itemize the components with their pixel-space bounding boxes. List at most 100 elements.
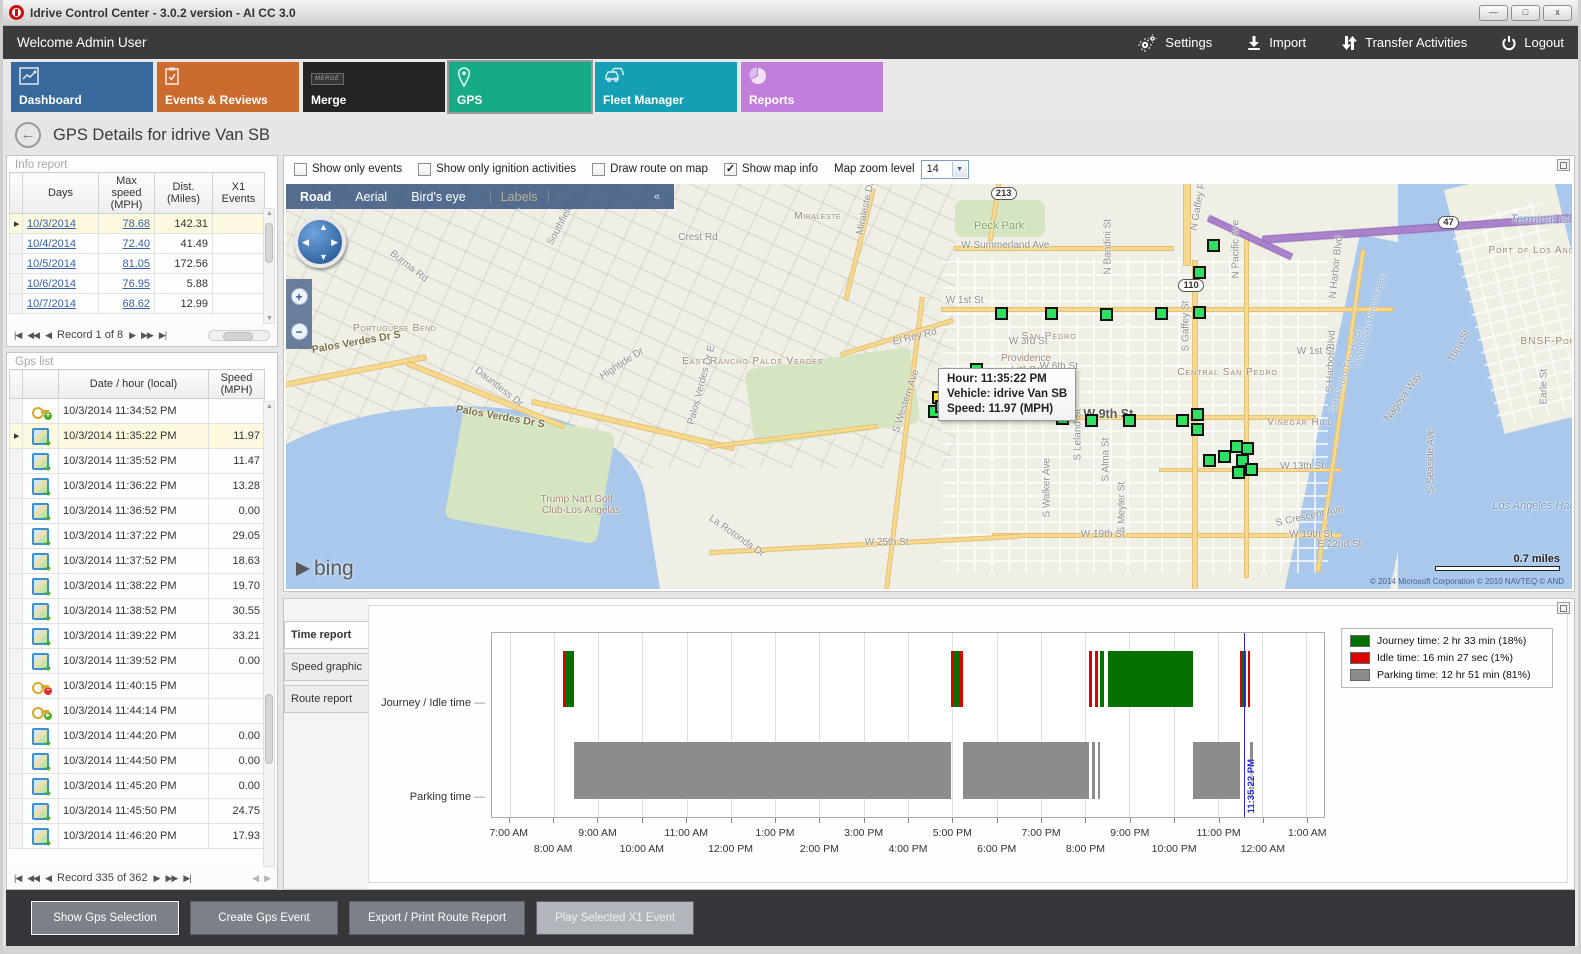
zoom-in-button[interactable]: + [291, 288, 308, 305]
table-row[interactable]: 10/4/201472.4041.49 [10, 234, 265, 254]
prev-page-button[interactable]: ◀ [45, 873, 51, 884]
table-row[interactable]: ▸10/3/2014 11:44:14 PM [10, 699, 265, 724]
nav-tile-fleet-manager[interactable]: Fleet Manager [595, 62, 737, 112]
gps-marker[interactable] [995, 307, 1008, 320]
gps-marker[interactable] [1045, 307, 1058, 320]
gps-marker[interactable] [1193, 266, 1206, 279]
info-hscrollbar[interactable] [208, 330, 270, 341]
map-panel-collapse-button[interactable] [1557, 159, 1570, 171]
maximize-button[interactable]: □ [1511, 5, 1540, 21]
next-fast-button[interactable]: ▶▶ [165, 873, 177, 884]
checkbox-show-map-info[interactable]: ✓Show map info [724, 163, 818, 176]
info-scrollbar[interactable]: ▲▼ [263, 208, 275, 324]
topbar-action-settings[interactable]: Settings [1138, 34, 1212, 52]
prev-fast-button[interactable]: ◀◀ [27, 873, 39, 884]
chart-panel-collapse-button[interactable] [1557, 602, 1570, 614]
export-print-route-report-button[interactable]: Export / Print Route Report [349, 901, 525, 935]
day-link[interactable]: 10/3/2014 [27, 218, 76, 230]
col-days[interactable]: Days [23, 173, 99, 214]
nav-tile-dashboard[interactable]: Dashboard [11, 62, 153, 112]
table-row[interactable]: 10/3/2014 11:46:20 PM17.93 [10, 824, 265, 849]
table-row[interactable]: 10/3/2014 11:38:52 PM30.55 [10, 599, 265, 624]
table-row[interactable]: 10/3/2014 11:35:52 PM11.47 [10, 449, 265, 474]
gps-marker[interactable] [1191, 423, 1204, 436]
table-row[interactable]: 10/3/2014 11:45:50 PM24.75 [10, 799, 265, 824]
nav-tile-events-reviews[interactable]: Events & Reviews [157, 62, 299, 112]
hscroll-right[interactable]: ▶ [264, 873, 270, 884]
table-row[interactable]: 10/3/2014 11:38:22 PM19.70 [10, 574, 265, 599]
table-row[interactable]: ▶10/3/2014 11:35:22 PM11.97 [10, 424, 265, 449]
speed-link[interactable]: 68.62 [122, 298, 150, 310]
topbar-action-import[interactable]: Import [1246, 35, 1306, 51]
table-row[interactable]: 10/3/2014 11:36:22 PM13.28 [10, 474, 265, 499]
col-dist[interactable]: Dist. (Miles) [155, 173, 213, 214]
back-button[interactable]: ← [15, 122, 41, 148]
gps-marker[interactable] [1245, 463, 1258, 476]
last-page-button[interactable]: ▶| [183, 873, 190, 884]
minimize-button[interactable]: — [1479, 5, 1508, 21]
first-page-button[interactable]: |◀ [14, 873, 21, 884]
topbar-action-transfer[interactable]: Transfer Activities [1340, 35, 1467, 51]
nav-tile-gps[interactable]: GPS [449, 62, 591, 112]
table-row[interactable]: 10/3/2014 11:44:20 PM0.00 [10, 724, 265, 749]
table-row[interactable]: 10/5/201481.05172.56 [10, 254, 265, 274]
table-row[interactable]: ▶10/3/201478.68142.31 [10, 214, 265, 234]
map-bar-collapse-icon[interactable]: « [654, 191, 660, 203]
map-zoom-select[interactable]: 14▼ [921, 160, 969, 179]
tab-time-report[interactable]: Time report [284, 621, 368, 649]
table-row[interactable]: 10/3/2014 11:36:52 PM0.00 [10, 499, 265, 524]
topbar-action-logout[interactable]: Logout [1501, 35, 1564, 51]
next-fast-button[interactable]: ▶▶ [141, 330, 153, 341]
map-pan-control[interactable]: ▲▼ ◀▶ [294, 216, 346, 268]
table-row[interactable]: 10/3/2014 11:37:22 PM29.05 [10, 524, 265, 549]
gps-marker[interactable] [1203, 454, 1216, 467]
nav-tile-merge[interactable]: MERGEMerge [303, 62, 445, 112]
next-page-button[interactable]: ▶ [154, 873, 160, 884]
gps-marker[interactable] [1191, 408, 1204, 421]
table-row[interactable]: 10/3/2014 11:39:22 PM33.21 [10, 624, 265, 649]
last-page-button[interactable]: ▶| [159, 330, 166, 341]
tab-speed-graphic[interactable]: Speed graphic [284, 653, 368, 681]
show-gps-selection-button[interactable]: Show Gps Selection [31, 901, 179, 935]
close-button[interactable]: x [1543, 5, 1572, 21]
map-style-aerial[interactable]: Aerial [355, 190, 387, 204]
speed-link[interactable]: 78.68 [122, 218, 150, 230]
speed-link[interactable]: 76.95 [122, 278, 150, 290]
day-link[interactable]: 10/5/2014 [27, 258, 76, 270]
gps-marker[interactable] [1123, 414, 1136, 427]
map-style-labels[interactable]: Labels [490, 190, 549, 204]
gps-marker[interactable] [1176, 414, 1189, 427]
create-gps-event-button[interactable]: Create Gps Event [190, 901, 338, 935]
table-row[interactable]: 10/3/2014 11:45:20 PM0.00 [10, 774, 265, 799]
table-row[interactable]: +10/3/2014 11:34:52 PM [10, 399, 265, 424]
day-link[interactable]: 10/4/2014 [27, 238, 76, 250]
first-page-button[interactable]: |◀ [14, 330, 21, 341]
bing-map[interactable]: RoadAerialBird's eyeLabels « ▲▼ ◀▶ + − M… [286, 184, 1572, 589]
speed-link[interactable]: 72.40 [122, 238, 150, 250]
hscroll-left[interactable]: ◀ [252, 873, 258, 884]
next-page-button[interactable]: ▶ [129, 330, 135, 341]
zoom-out-button[interactable]: − [291, 323, 308, 340]
table-row[interactable]: 10/6/201476.955.88 [10, 274, 265, 294]
tab-route-report[interactable]: Route report [284, 685, 368, 713]
checkbox-show-only-ignition-activities[interactable]: Show only ignition activities [418, 163, 576, 176]
map-style-road[interactable]: Road [300, 190, 331, 204]
table-row[interactable]: 10/3/2014 11:44:50 PM0.00 [10, 749, 265, 774]
col-max-speed[interactable]: Max speed (MPH) [99, 173, 155, 214]
table-row[interactable]: 10/7/201468.6212.99 [10, 294, 265, 314]
speed-link[interactable]: 81.05 [122, 258, 150, 270]
gps-marker[interactable] [1207, 239, 1220, 252]
gps-marker[interactable] [1085, 414, 1098, 427]
gps-marker[interactable] [1100, 308, 1113, 321]
checkbox-draw-route-on-map[interactable]: Draw route on map [592, 163, 708, 176]
gps-marker[interactable] [1155, 307, 1168, 320]
table-row[interactable]: −10/3/2014 11:40:15 PM [10, 674, 265, 699]
checkbox-show-only-events[interactable]: Show only events [294, 163, 402, 176]
table-row[interactable]: 10/3/2014 11:39:52 PM0.00 [10, 649, 265, 674]
map-style-birdseye[interactable]: Bird's eye [411, 190, 466, 204]
col-datetime[interactable]: Date / hour (local) [59, 370, 209, 399]
table-row[interactable]: 10/3/2014 11:37:52 PM18.63 [10, 549, 265, 574]
prev-fast-button[interactable]: ◀◀ [27, 330, 39, 341]
gps-marker[interactable] [1232, 466, 1245, 479]
day-link[interactable]: 10/6/2014 [27, 278, 76, 290]
